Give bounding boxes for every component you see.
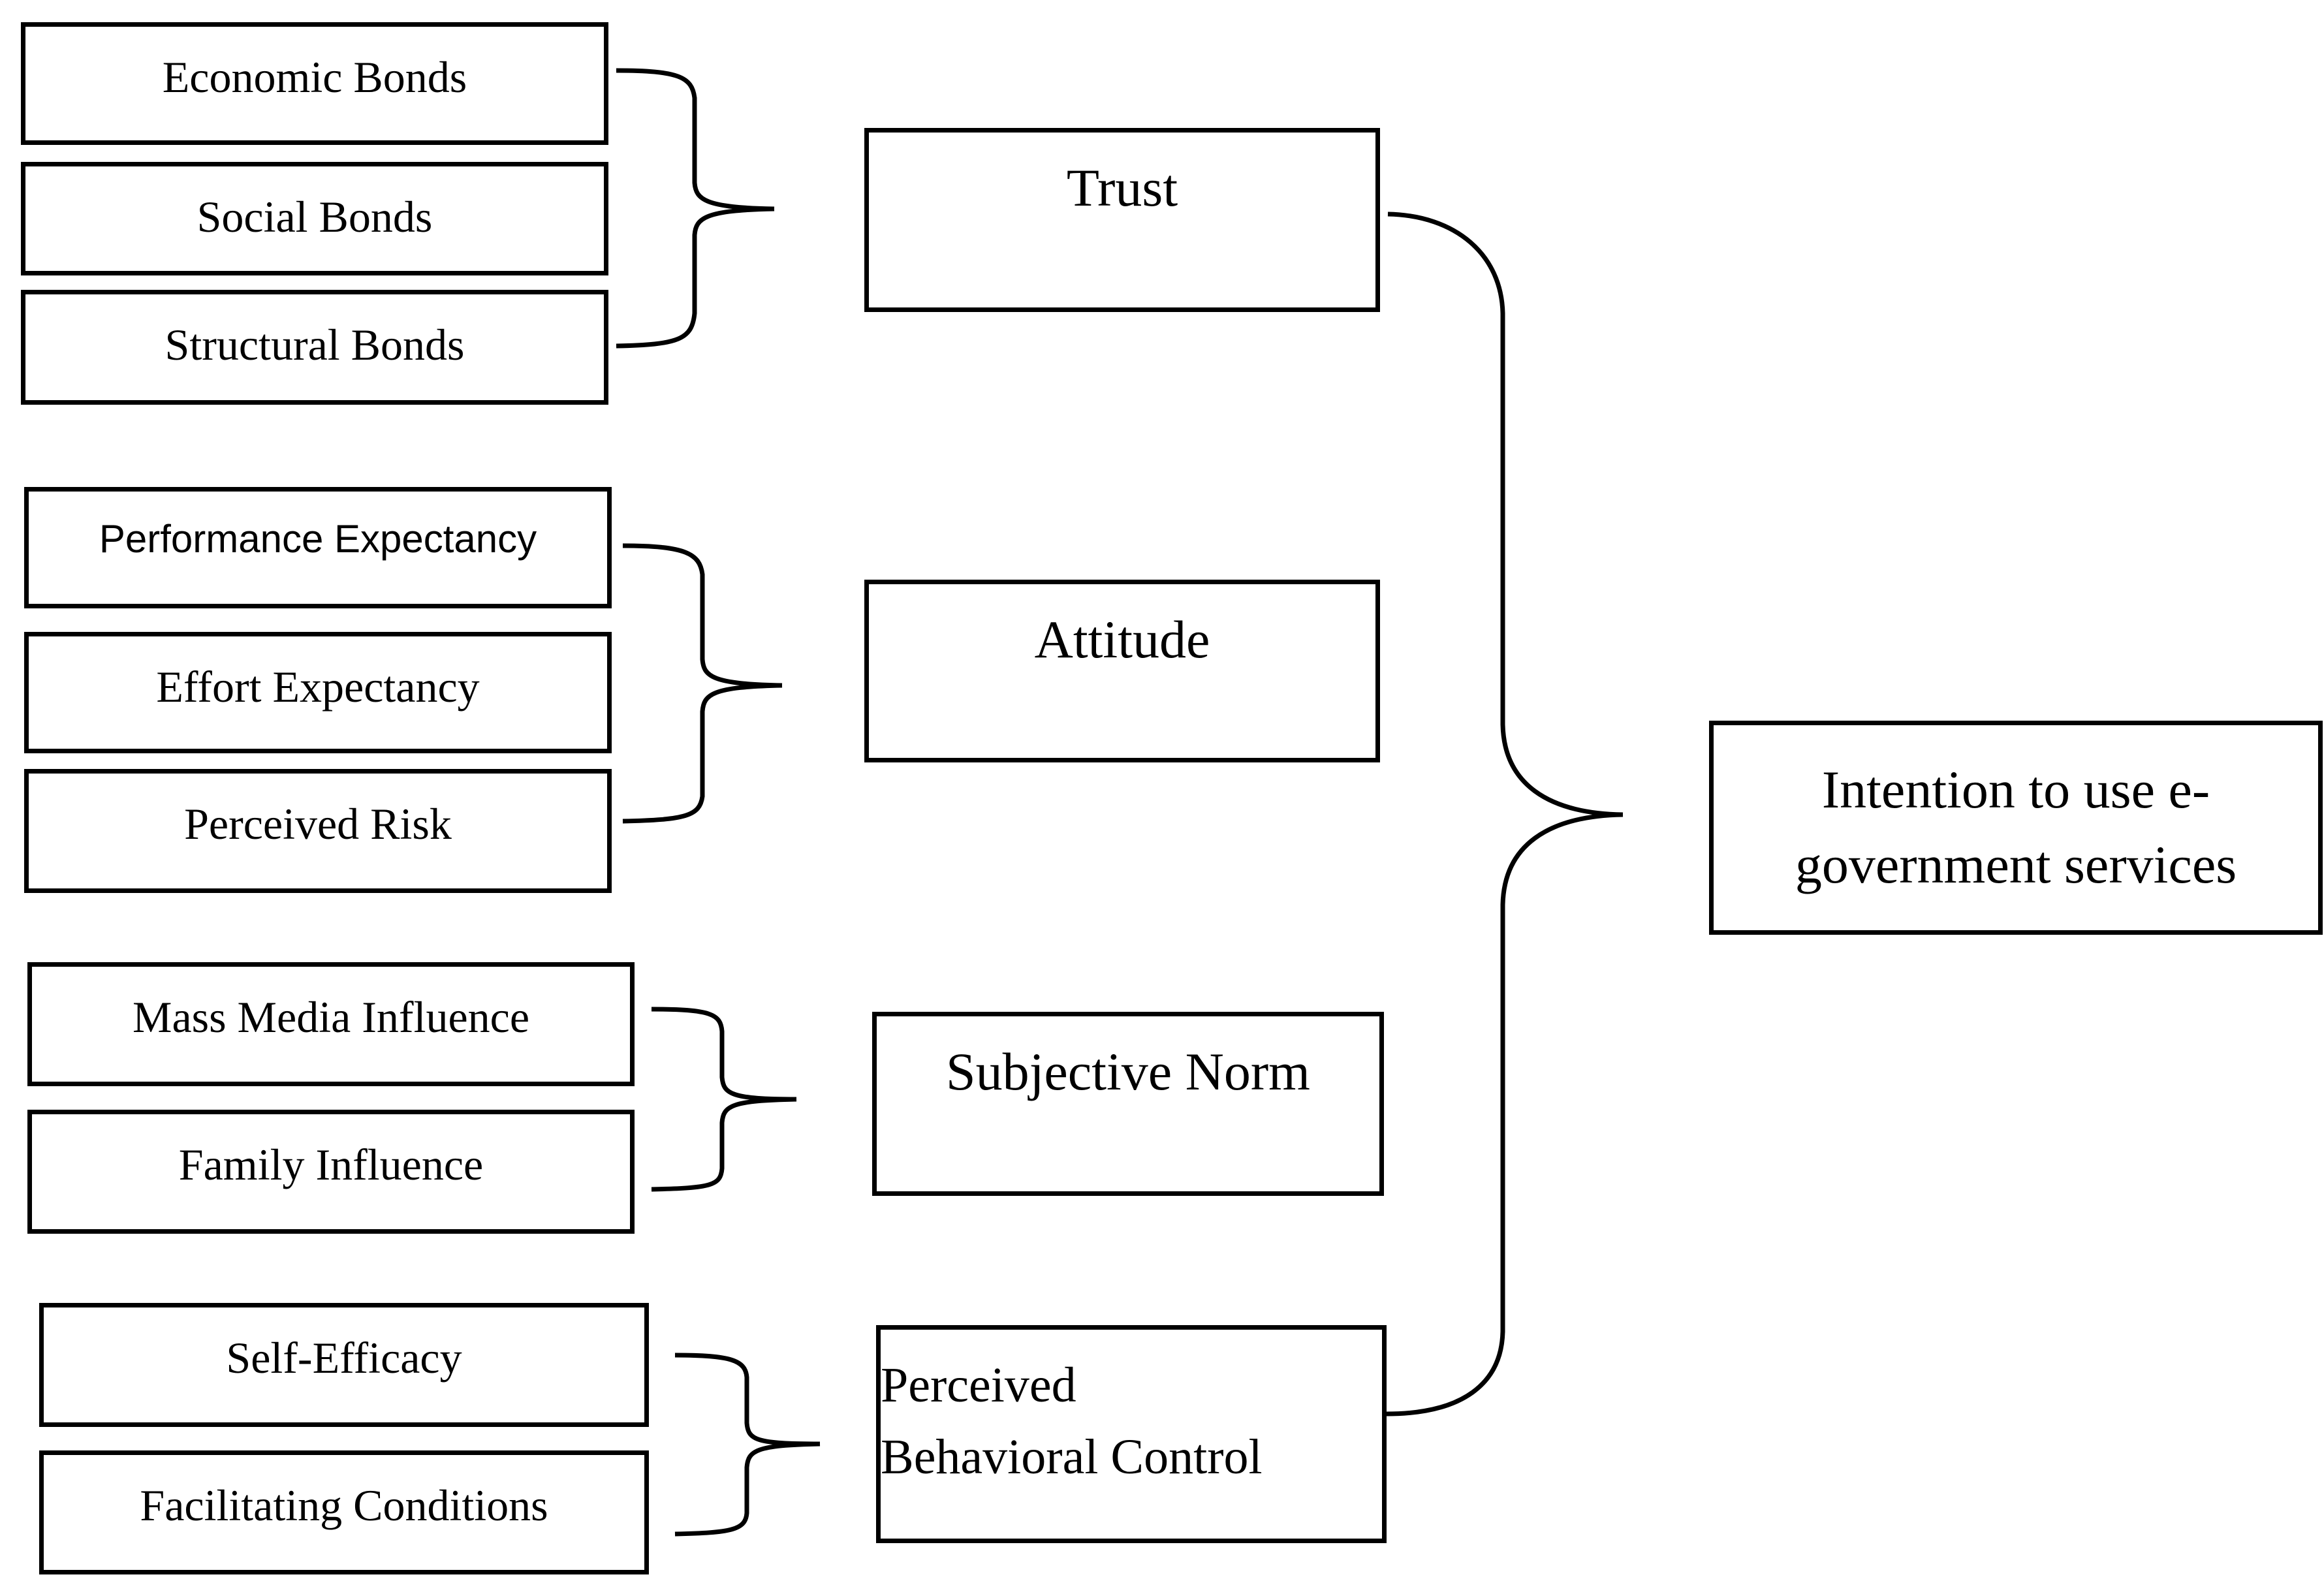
construct-attitude: Attitude	[864, 580, 1380, 762]
factor-label: Effort Expectancy	[156, 662, 480, 712]
factor-self-efficacy: Self-Efficacy	[39, 1303, 649, 1427]
factor-effort-expectancy: Effort Expectancy	[24, 632, 612, 753]
outcome-label-line1: Intention to use e-	[1821, 760, 2210, 820]
factor-label: Economic Bonds	[162, 52, 467, 102]
brace-attitude-group	[622, 543, 783, 824]
factor-structural-bonds: Structural Bonds	[21, 290, 608, 405]
factor-family-influence: Family Influence	[27, 1110, 635, 1234]
factor-label: Mass Media Influence	[132, 992, 529, 1042]
brace-constructs-to-outcome	[1386, 211, 1624, 1417]
factor-performance-expectancy: Performance Expectancy	[24, 487, 612, 608]
construct-label: Trust	[1066, 158, 1178, 217]
outcome-intention-to-use-egov: Intention to use e- government services	[1709, 721, 2323, 935]
construct-subjective-norm: Subjective Norm	[872, 1012, 1384, 1196]
factor-label: Self-Efficacy	[226, 1333, 462, 1383]
brace-pbc-group	[674, 1353, 821, 1537]
factor-facilitating-conditions: Facilitating Conditions	[39, 1450, 649, 1574]
factor-label: Performance Expectancy	[99, 517, 537, 561]
factor-label: Facilitating Conditions	[140, 1480, 548, 1530]
outcome-label-line2: government services	[1795, 835, 2237, 894]
construct-label: Attitude	[1034, 610, 1210, 669]
factor-perceived-risk: Perceived Risk	[24, 769, 612, 893]
construct-label-line2: Behavioral Control	[881, 1430, 1263, 1485]
factor-label: Social Bonds	[196, 192, 433, 242]
factor-label: Structural Bonds	[165, 320, 465, 369]
factor-label: Family Influence	[178, 1140, 484, 1189]
construct-perceived-behavioral-control: Perceived Behavioral Control	[876, 1325, 1387, 1543]
brace-subjective-norm-group	[651, 1007, 797, 1192]
construct-label: Subjective Norm	[946, 1042, 1310, 1101]
factor-mass-media-influence: Mass Media Influence	[27, 962, 635, 1086]
factor-social-bonds: Social Bonds	[21, 162, 608, 275]
brace-trust-group	[616, 68, 775, 349]
construct-trust: Trust	[864, 128, 1380, 312]
construct-label-line1: Perceived	[881, 1358, 1076, 1413]
factor-label: Perceived Risk	[184, 799, 452, 849]
factor-economic-bonds: Economic Bonds	[21, 22, 608, 145]
